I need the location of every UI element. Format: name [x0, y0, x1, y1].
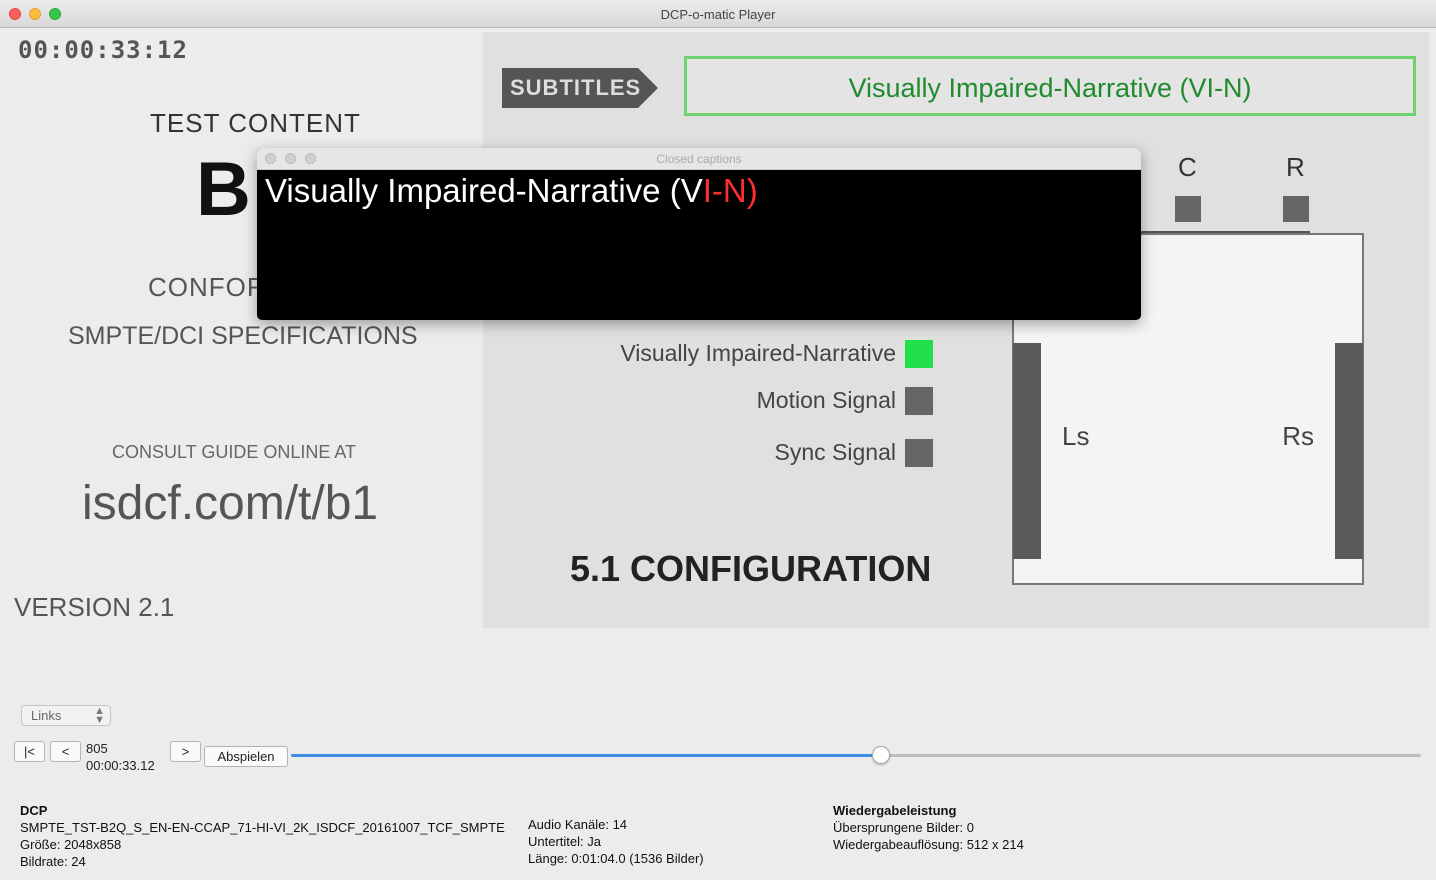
- performance-heading: Wiedergabeleistung: [833, 803, 957, 818]
- video-spec-line: SMPTE/DCI SPECIFICATIONS: [68, 322, 418, 350]
- position-slider[interactable]: [291, 746, 1421, 764]
- dcp-length: Länge: 0:01:04.0 (1536 Bilder): [528, 851, 704, 866]
- video-test-content: TEST CONTENT: [150, 108, 361, 138]
- dcp-info: DCP SMPTE_TST-B2Q_S_EN-EN-CCAP_71-HI-VI_…: [20, 802, 505, 870]
- dcp-framerate: Bildrate: 24: [20, 854, 86, 869]
- caption-text-white: Visually Impaired-Narrative (V: [265, 172, 703, 209]
- closed-captions-window[interactable]: Closed captions Visually Impaired-Narrat…: [257, 148, 1141, 320]
- subtitles-tag-label: SUBTITLES: [510, 75, 642, 100]
- channel-c-indicator: [1175, 196, 1201, 222]
- frame-number: 805: [86, 741, 108, 756]
- signal-label-motion: Motion Signal: [756, 387, 896, 413]
- step-back-button[interactable]: <: [50, 741, 81, 762]
- subtitle-box-text: Visually Impaired-Narrative (VI-N): [848, 73, 1252, 103]
- playback-performance: Wiedergabeleistung Übersprungene Bilder:…: [833, 802, 1024, 853]
- speaker-ls-bar: [1013, 343, 1041, 559]
- video-version: VERSION 2.1: [14, 592, 175, 622]
- speaker-rs-bar: [1335, 343, 1363, 559]
- signal-indicator-motion: [905, 387, 933, 415]
- go-to-start-button[interactable]: |<: [14, 741, 45, 762]
- subtitles-tag: SUBTITLES: [502, 68, 658, 108]
- step-forward-button[interactable]: >: [170, 741, 201, 762]
- eye-select[interactable]: Links ▲ ▼: [21, 705, 111, 726]
- signal-label-vi-n: Visually Impaired-Narrative: [620, 340, 896, 366]
- video-conform-text: CONFOR: [148, 272, 267, 302]
- signal-indicator-vi-n: [905, 340, 933, 368]
- video-consult-text: CONSULT GUIDE ONLINE AT: [112, 442, 357, 462]
- channel-r-label: R: [1286, 152, 1305, 182]
- title-bar: DCP-o-matic Player: [0, 0, 1436, 28]
- closed-captions-title-bar[interactable]: Closed captions: [257, 148, 1141, 170]
- frame-time: 00:00:33.12: [86, 758, 155, 773]
- audio-channels: Audio Kanäle: 14: [528, 817, 628, 832]
- channel-r-indicator: [1283, 196, 1309, 222]
- position-slider-fill: [291, 754, 881, 757]
- channel-c-label: C: [1178, 152, 1197, 182]
- signal-label-sync: Sync Signal: [774, 439, 896, 465]
- subtitles-flag: Untertitel: Ja: [528, 834, 601, 849]
- dcp-audio-info: Audio Kanäle: 14 Untertitel: Ja Länge: 0…: [528, 816, 704, 867]
- video-url-text: isdcf.com/t/b1: [82, 477, 379, 530]
- dropped-frames: Übersprungene Bilder: 0: [833, 820, 974, 835]
- window-title: DCP-o-matic Player: [660, 7, 776, 22]
- cc-window-title: Closed captions: [656, 152, 742, 166]
- caption-text-red: I-N): [702, 172, 758, 209]
- dcp-name: SMPTE_TST-B2Q_S_EN-EN-CCAP_71-HI-VI_2K_I…: [20, 820, 505, 835]
- caption-text: Visually Impaired-Narrative (VI-N): [265, 172, 758, 210]
- video-big-letter: B: [196, 147, 251, 232]
- channel-rs-label: Rs: [1282, 421, 1314, 451]
- video-timecode: 00:00:33:12: [18, 36, 188, 64]
- signal-indicator-sync: [905, 439, 933, 467]
- play-button[interactable]: Abspielen: [204, 746, 288, 767]
- channel-ls-label: Ls: [1062, 421, 1090, 451]
- position-slider-handle[interactable]: [871, 746, 890, 764]
- playback-resolution: Wiedergabeauflösung: 512 x 214: [833, 837, 1024, 852]
- dcp-heading: DCP: [20, 803, 48, 818]
- eye-select-value: Links: [31, 708, 62, 723]
- subtitle-box: Visually Impaired-Narrative (VI-N): [684, 56, 1416, 116]
- dcp-size: Größe: 2048x858: [20, 837, 122, 852]
- chevron-up-down-icon: ▲ ▼: [94, 705, 105, 726]
- configuration-label: 5.1 CONFIGURATION: [570, 548, 932, 589]
- video-frame: 00:00:33:12 TEST CONTENT B CONFOR SMPTE/…: [0, 28, 1436, 628]
